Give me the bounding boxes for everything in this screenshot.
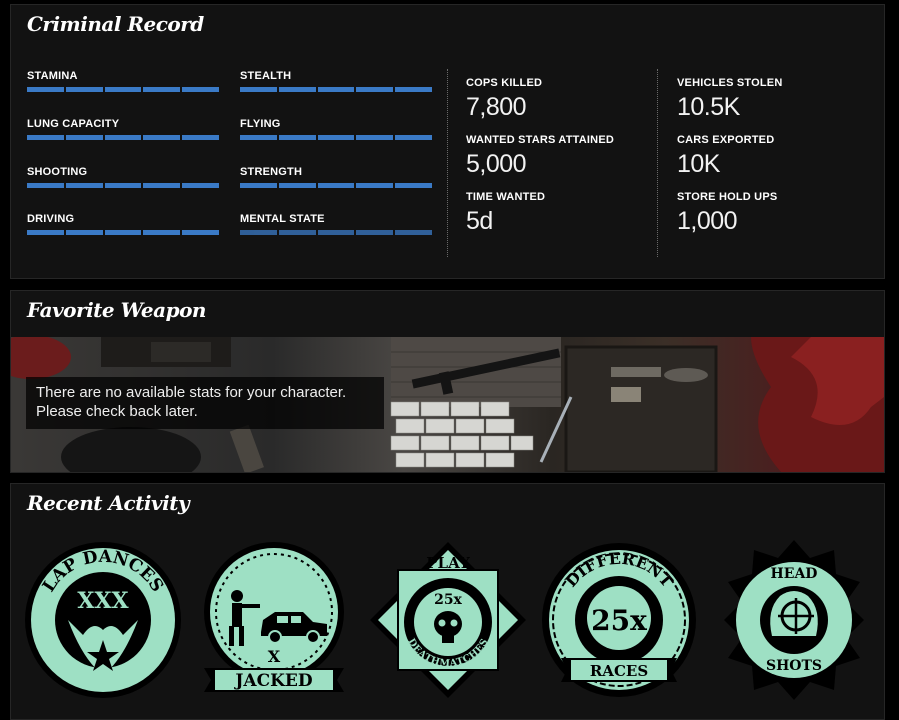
skill-shooting: SHOOTING	[27, 166, 219, 188]
badge-top-text: PLAY	[426, 554, 470, 572]
badge-top-text: HEAD	[771, 566, 818, 582]
stat-label: CARS EXPORTED	[677, 134, 775, 146]
skill-label: LUNG CAPACITY	[27, 118, 120, 130]
stat-cops-killed: COPS KILLED 7,800	[466, 77, 542, 122]
skill-bar	[27, 87, 219, 92]
skill-flying: FLYING	[240, 118, 432, 140]
skill-label: STRENGTH	[240, 166, 303, 178]
skill-bar	[27, 183, 219, 188]
stat-time-wanted: TIME WANTED 5d	[466, 191, 545, 236]
skill-lung-capacity: LUNG CAPACITY	[27, 118, 219, 140]
skill-bar	[27, 135, 219, 140]
criminal-record-title: Criminal Record	[27, 12, 204, 36]
stat-value: 5d	[466, 207, 493, 235]
badge-bottom-text: SHOTS	[766, 658, 822, 674]
skill-label: STAMINA	[27, 70, 78, 82]
badge-races[interactable]: DIFFERENT 25x RACES	[539, 540, 699, 705]
skill-mental-state: MENTAL STATE	[240, 213, 432, 235]
favorite-weapon-panel: Favorite Weapon There are no available s…	[10, 290, 885, 473]
skill-stamina: STAMINA	[27, 70, 219, 92]
badge-deathmatches[interactable]: PLAY 25x DEATHMATCHES	[368, 540, 528, 705]
recent-activity-panel: Recent Activity LAP DANCES XXX X JACKED …	[10, 483, 885, 720]
recent-activity-title: Recent Activity	[27, 491, 190, 515]
badge-center-text: 25x	[434, 592, 462, 608]
message-line-1: There are no available stats for your ch…	[36, 384, 347, 401]
stat-value: 10K	[677, 150, 720, 178]
stat-value: 5,000	[466, 150, 527, 178]
skill-bar	[240, 135, 432, 140]
lap-dances-icon: LAP DANCES XXX	[25, 542, 181, 698]
divider	[447, 69, 448, 257]
skill-bar	[27, 230, 219, 235]
skill-driving: DRIVING	[27, 213, 219, 235]
criminal-record-panel: Criminal Record STAMINA STEALTH LUNG CAP…	[10, 4, 885, 279]
stat-value: 10.5K	[677, 93, 740, 121]
badge-jacked[interactable]: X JACKED	[199, 540, 349, 705]
deathmatches-icon: PLAY 25x DEATHMATCHES	[370, 542, 526, 698]
badge-bottom-text: RACES	[590, 662, 648, 680]
stat-label: TIME WANTED	[466, 191, 546, 203]
jacked-icon: X JACKED	[204, 542, 344, 692]
headshots-icon: HEAD SHOTS	[724, 540, 864, 700]
races-icon: DIFFERENT 25x RACES	[542, 543, 696, 697]
badge-bottom-text: JACKED	[233, 671, 312, 691]
skill-label: DRIVING	[27, 213, 75, 225]
skill-bar	[240, 87, 432, 92]
skill-label: STEALTH	[240, 70, 292, 82]
skill-label: MENTAL STATE	[240, 213, 325, 225]
stat-label: COPS KILLED	[466, 77, 543, 89]
stat-wanted-stars: WANTED STARS ATTAINED 5,000	[466, 134, 614, 179]
stat-value: 7,800	[466, 93, 527, 121]
stat-label: VEHICLES STOLEN	[677, 77, 783, 89]
skill-bar	[240, 183, 432, 188]
badge-center-text: X	[268, 647, 281, 666]
favorite-weapon-title: Favorite Weapon	[27, 298, 206, 322]
stat-vehicles-stolen: VEHICLES STOLEN 10.5K	[677, 77, 782, 122]
weapon-banner-image: There are no available stats for your ch…	[11, 337, 884, 472]
badge-center-text: XXX	[77, 588, 129, 614]
stat-label: STORE HOLD UPS	[677, 191, 778, 203]
skill-strength: STRENGTH	[240, 166, 432, 188]
skill-label: SHOOTING	[27, 166, 88, 178]
stat-store-hold-ups: STORE HOLD UPS 1,000	[677, 191, 777, 236]
skill-bar	[240, 230, 432, 235]
badge-headshots[interactable]: HEAD SHOTS	[724, 540, 864, 705]
stat-cars-exported: CARS EXPORTED 10K	[677, 134, 774, 179]
skill-stealth: STEALTH	[240, 70, 432, 92]
divider	[657, 69, 658, 257]
stat-label: WANTED STARS ATTAINED	[466, 134, 615, 146]
stat-value: 1,000	[677, 207, 738, 235]
no-stats-message: There are no available stats for your ch…	[26, 377, 384, 429]
skill-label: FLYING	[240, 118, 281, 130]
message-line-2: Please check back later.	[36, 403, 198, 420]
badge-lap-dances[interactable]: LAP DANCES XXX	[23, 540, 183, 705]
badge-center-text: 25x	[591, 604, 647, 637]
